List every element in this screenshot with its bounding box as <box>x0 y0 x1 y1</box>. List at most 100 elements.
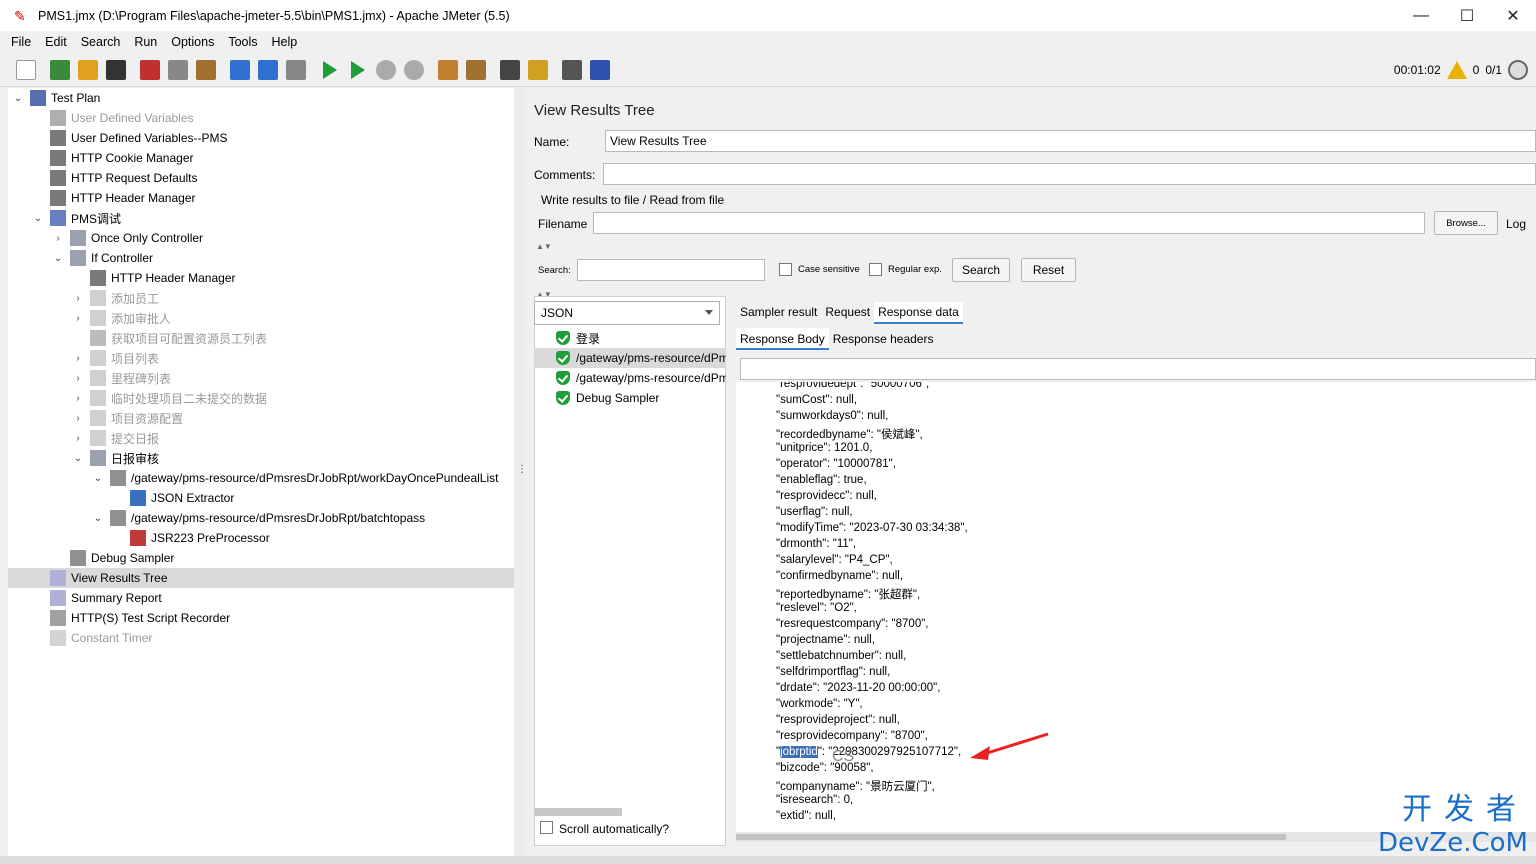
collapse-icon[interactable] <box>256 58 280 82</box>
tree-node[interactable]: › 里程碑列表 <box>8 368 171 388</box>
tree-node[interactable]: JSON Extractor <box>8 488 234 508</box>
scroll-thumb[interactable] <box>736 834 1286 840</box>
start-icon[interactable] <box>318 58 342 82</box>
search-button[interactable]: Search <box>952 258 1010 282</box>
tree-node[interactable]: › Once Only Controller <box>8 228 203 248</box>
clear-all-icon[interactable] <box>464 58 488 82</box>
open-icon[interactable] <box>76 58 100 82</box>
tree-node[interactable]: ⌄ If Controller <box>8 248 153 268</box>
renderer-select[interactable]: JSON <box>534 301 720 325</box>
tree-node[interactable]: JSR223 PreProcessor <box>8 528 270 548</box>
reset-button[interactable]: Reset <box>1021 258 1076 282</box>
subtab-response-body[interactable]: Response Body <box>736 328 829 350</box>
tree-node[interactable]: Summary Report <box>8 588 162 608</box>
menu-help[interactable]: Help <box>265 35 305 49</box>
cut-icon[interactable] <box>138 58 162 82</box>
chevron-right-icon[interactable]: › <box>72 413 84 424</box>
collapse-handle-1[interactable]: ▲▼ <box>536 242 1536 251</box>
new-icon[interactable] <box>14 58 38 82</box>
chevron-right-icon[interactable]: › <box>52 233 64 244</box>
results-hscrollbar[interactable] <box>534 808 622 816</box>
subtab-response-headers[interactable]: Response headers <box>829 328 938 350</box>
chevron-right-icon[interactable]: › <box>72 313 84 324</box>
tree-node[interactable]: 获取项目可配置资源员工列表 <box>8 328 267 348</box>
name-field[interactable]: View Results Tree <box>605 130 1536 152</box>
tree-node[interactable]: User Defined Variables <box>8 108 194 128</box>
stop-icon[interactable] <box>374 58 398 82</box>
menu-edit[interactable]: Edit <box>38 35 74 49</box>
tree-node[interactable]: › 提交日报 <box>8 428 159 448</box>
warning-icon[interactable] <box>1446 61 1467 79</box>
tree-node[interactable]: View Results Tree <box>8 568 514 588</box>
scroll-auto-checkbox[interactable] <box>540 821 553 834</box>
tree-node[interactable]: ⌄ PMS调试 <box>8 208 121 228</box>
menu-file[interactable]: File <box>4 35 38 49</box>
json-line: "enableflag": true, <box>776 474 867 486</box>
chevron-right-icon[interactable]: › <box>72 393 84 404</box>
filename-field[interactable] <box>593 212 1425 234</box>
paste-icon[interactable] <box>194 58 218 82</box>
menu-search[interactable]: Search <box>74 35 128 49</box>
result-item[interactable]: /gateway/pms-resource/dPmsresDrJobRpt/wo… <box>534 348 726 368</box>
tree-node[interactable]: › 添加审批人 <box>8 308 171 328</box>
chevron-down-icon[interactable]: ⌄ <box>52 253 64 264</box>
copy-icon[interactable] <box>166 58 190 82</box>
chevron-down-icon[interactable]: ⌄ <box>12 93 24 104</box>
split-divider[interactable]: ⋮ <box>514 88 527 856</box>
expand-icon[interactable] <box>228 58 252 82</box>
help-icon[interactable] <box>588 58 612 82</box>
tree-node[interactable]: › 临时处理项目二未提交的数据 <box>8 388 267 408</box>
case-sensitive-checkbox[interactable] <box>779 263 792 276</box>
minimize-button[interactable]: — <box>1398 0 1444 31</box>
tab-response-data[interactable]: Response data <box>874 302 963 324</box>
tree-node[interactable]: HTTP Header Manager <box>8 268 236 288</box>
chevron-right-icon[interactable]: › <box>72 433 84 444</box>
chevron-down-icon[interactable]: ⌄ <box>32 213 44 224</box>
tree-node[interactable]: Constant Timer <box>8 628 152 648</box>
tab-sampler-result[interactable]: Sampler result <box>736 302 821 324</box>
chevron-right-icon[interactable]: › <box>72 373 84 384</box>
tree-node[interactable]: ⌄ Test Plan <box>8 88 100 108</box>
tree-node[interactable]: Debug Sampler <box>8 548 174 568</box>
regular-exp-checkbox[interactable] <box>869 263 882 276</box>
menu-options[interactable]: Options <box>164 35 221 49</box>
function-helper-icon[interactable] <box>560 58 584 82</box>
tree-node[interactable]: ⌄ /gateway/pms-resource/dPmsresDrJobRpt/w… <box>8 468 498 488</box>
browse-button[interactable]: Browse... <box>1434 211 1498 235</box>
templates-icon[interactable] <box>48 58 72 82</box>
tree-node[interactable]: ⌄ /gateway/pms-resource/dPmsresDrJobRpt/b… <box>8 508 425 528</box>
tab-request[interactable]: Request <box>821 302 874 324</box>
tree-node[interactable]: HTTP Header Manager <box>8 188 196 208</box>
reset-search-icon[interactable] <box>526 58 550 82</box>
result-item[interactable]: /gateway/pms-resource/dPmsresDrJobRpt/ba… <box>534 368 726 388</box>
clear-icon[interactable] <box>436 58 460 82</box>
start-no-pause-icon[interactable] <box>346 58 370 82</box>
shutdown-icon[interactable] <box>402 58 426 82</box>
menu-run[interactable]: Run <box>127 35 164 49</box>
save-icon[interactable] <box>104 58 128 82</box>
tree-node[interactable]: › 项目列表 <box>8 348 159 368</box>
chevron-right-icon[interactable]: › <box>72 353 84 364</box>
tree-node[interactable]: › 项目资源配置 <box>8 408 183 428</box>
tree-node[interactable]: HTTP Cookie Manager <box>8 148 194 168</box>
tree-node[interactable]: User Defined Variables--PMS <box>8 128 228 148</box>
result-item[interactable]: Debug Sampler <box>534 388 726 408</box>
tree-node[interactable]: HTTP(S) Test Script Recorder <box>8 608 230 628</box>
chevron-right-icon[interactable]: › <box>72 293 84 304</box>
tree-node[interactable]: HTTP Request Defaults <box>8 168 198 188</box>
close-button[interactable]: ✕ <box>1490 0 1536 31</box>
bottom-scrollbar[interactable] <box>0 856 1536 864</box>
maximize-button[interactable]: ☐ <box>1444 0 1490 31</box>
result-item[interactable]: 登录 <box>534 328 726 348</box>
tree-node[interactable]: ⌄ 日报审核 <box>8 448 159 468</box>
tree-node[interactable]: › 添加员工 <box>8 288 159 308</box>
chevron-down-icon[interactable]: ⌄ <box>92 513 104 524</box>
comments-field[interactable] <box>603 163 1536 185</box>
search-icon[interactable] <box>498 58 522 82</box>
chevron-down-icon[interactable]: ⌄ <box>92 473 104 484</box>
search-field[interactable] <box>577 259 765 281</box>
chevron-down-icon[interactable]: ⌄ <box>72 453 84 464</box>
menu-tools[interactable]: Tools <box>221 35 264 49</box>
toggle-icon[interactable] <box>284 58 308 82</box>
response-search-field[interactable] <box>740 358 1536 380</box>
